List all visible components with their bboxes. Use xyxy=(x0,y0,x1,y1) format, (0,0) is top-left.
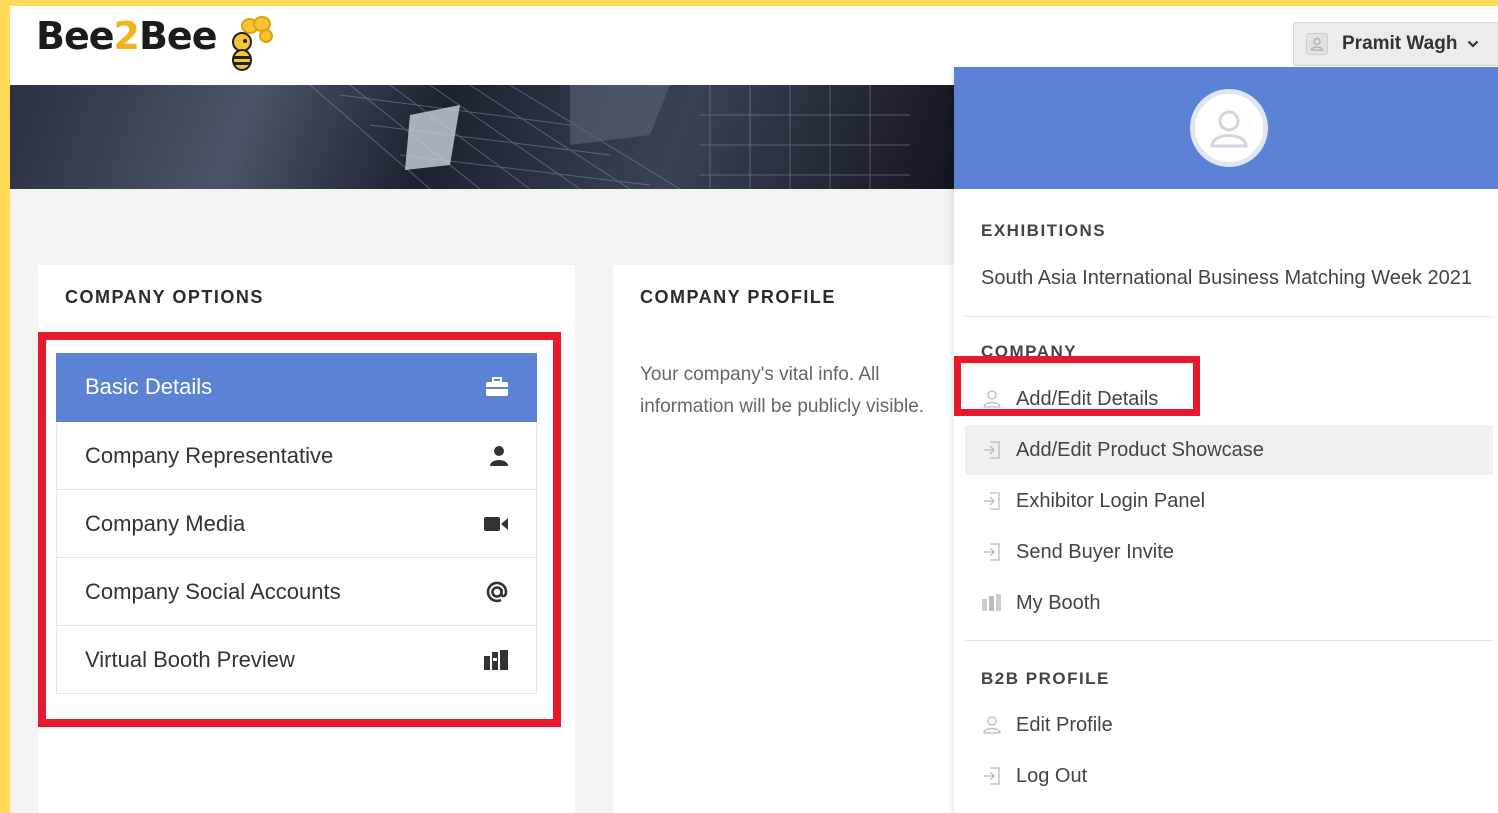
header-banner-image xyxy=(10,85,954,189)
user-outline-icon xyxy=(1210,110,1248,148)
avatar xyxy=(1306,33,1328,55)
menu-item-my-booth[interactable]: My Booth xyxy=(965,578,1493,628)
menu-item-log-out[interactable]: Log Out xyxy=(965,751,1493,801)
booth-icon xyxy=(981,593,1003,613)
menu-item-exhibitor-login-panel[interactable]: Exhibitor Login Panel xyxy=(965,476,1493,526)
login-arrow-icon xyxy=(981,440,1003,460)
options-highlight-box xyxy=(38,332,561,727)
chevron-down-icon xyxy=(1468,40,1479,48)
menu-item-send-buyer-invite[interactable]: Send Buyer Invite xyxy=(965,527,1493,577)
company-options-title: COMPANY OPTIONS xyxy=(65,287,264,307)
company-profile-title: COMPANY PROFILE xyxy=(640,287,836,307)
logo[interactable]: Bee2Bee xyxy=(36,14,217,58)
bee-logo-icon xyxy=(232,16,273,71)
login-arrow-icon xyxy=(981,491,1003,511)
divider xyxy=(965,316,1493,317)
login-arrow-icon xyxy=(981,542,1003,562)
user-name: Pramit Wagh xyxy=(1342,33,1458,54)
divider xyxy=(965,640,1493,641)
menu-item-add-edit-product-showcase[interactable]: Add/Edit Product Showcase xyxy=(965,425,1493,475)
company-profile-card: COMPANY PROFILE Your company's vital inf… xyxy=(613,265,958,813)
b2b-profile-label: B2B PROFILE xyxy=(981,669,1110,688)
exhibitions-label: EXHIBITIONS xyxy=(981,221,1107,240)
user-dropdown-menu: EXHIBITIONS South Asia International Bus… xyxy=(954,67,1498,813)
exhibition-name[interactable]: South Asia International Business Matchi… xyxy=(981,267,1472,290)
add-edit-details-highlight-box xyxy=(954,356,1200,416)
company-profile-description: Your company's vital info. All informati… xyxy=(640,364,925,417)
user-outline-icon xyxy=(1310,37,1324,51)
user-menu-button[interactable]: Pramit Wagh xyxy=(1293,22,1498,66)
user-outline-icon xyxy=(981,715,1003,735)
login-arrow-icon xyxy=(981,766,1003,786)
profile-avatar xyxy=(1190,89,1268,167)
dropdown-header xyxy=(954,67,1498,189)
menu-item-edit-profile[interactable]: Edit Profile xyxy=(965,700,1493,750)
